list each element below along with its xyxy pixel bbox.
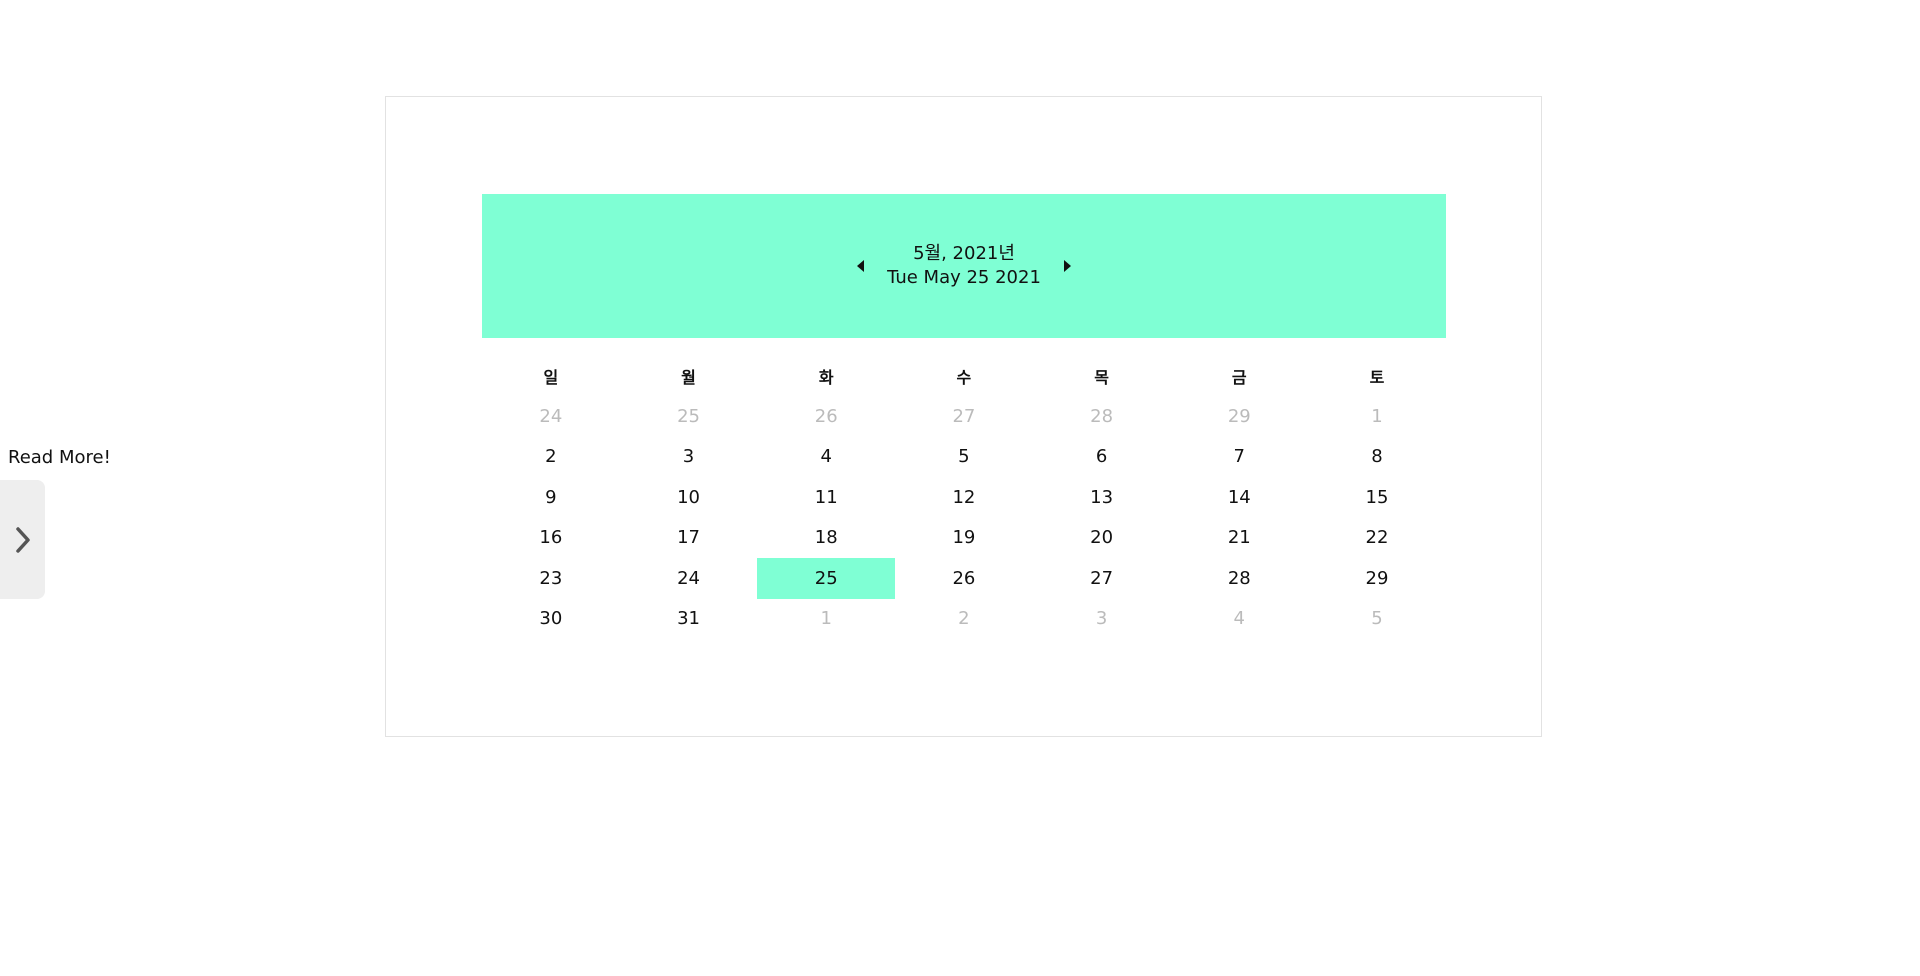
page: Read More! 5월, 2021년 Tue May 25 2021 일 월…	[0, 0, 1920, 976]
weekday-tue: 화	[818, 368, 834, 387]
calendar-day[interactable]: 7	[1170, 437, 1308, 478]
calendar-day-outside-month[interactable]: 5	[1308, 599, 1446, 640]
weekday-sat: 토	[1369, 368, 1385, 387]
calendar-day[interactable]: 26	[895, 558, 1033, 599]
calendar-day-outside-month[interactable]: 26	[757, 396, 895, 437]
calendar-week-row: 30 31 1 2 3 4 5	[482, 599, 1446, 640]
calendar-day[interactable]: 2	[482, 437, 620, 478]
calendar-day[interactable]: 17	[620, 518, 758, 559]
calendar-day[interactable]: 21	[1170, 518, 1308, 559]
calendar-weeks: 24 25 26 27 28 29 1 2 3 4 5 6 7 8 9 10 11 12 13 14 15 16 17 18 1…	[482, 396, 1446, 639]
calendar-title: 5월, 2021년 Tue May 25 2021	[887, 242, 1041, 290]
calendar-day[interactable]: 23	[482, 558, 620, 599]
calendar-grid: 일 월 화 수 목 금 토 24 25 26 27 28 29 1 2 3 4 5 6 7 8 9 10 11 1…	[482, 356, 1446, 639]
calendar-day-selected[interactable]: 25	[757, 558, 896, 599]
calendar-day[interactable]: 18	[757, 518, 895, 559]
weekday-row: 일 월 화 수 목 금 토	[482, 356, 1446, 396]
calendar-day-outside-month[interactable]: 1	[757, 599, 895, 640]
calendar-day[interactable]: 20	[1033, 518, 1171, 559]
calendar-day-outside-month[interactable]: 25	[620, 396, 758, 437]
calendar-week-row: 24 25 26 27 28 29 1	[482, 396, 1446, 437]
calendar-day[interactable]: 29	[1308, 558, 1446, 599]
calendar-day[interactable]: 22	[1308, 518, 1446, 559]
calendar-day[interactable]: 10	[620, 477, 758, 518]
calendar-week-row: 16 17 18 19 20 21 22	[482, 518, 1446, 559]
calendar-day[interactable]: 27	[1033, 558, 1171, 599]
calendar-day[interactable]: 4	[757, 437, 895, 478]
calendar-day[interactable]: 12	[895, 477, 1033, 518]
calendar-day[interactable]: 11	[757, 477, 895, 518]
calendar-week-row: 2345678	[482, 437, 1446, 478]
calendar-day-outside-month[interactable]: 4	[1170, 599, 1308, 640]
calendar-header: 5월, 2021년 Tue May 25 2021	[482, 194, 1446, 338]
calendar-day[interactable]: 16	[482, 518, 620, 559]
calendar-week-row: 9 10 11 12 13 14 15	[482, 477, 1446, 518]
weekday-mon: 월	[681, 368, 696, 387]
calendar-day[interactable]: 6	[1033, 437, 1171, 478]
calendar-day[interactable]: 8	[1308, 437, 1446, 478]
calendar-day[interactable]: 31	[620, 599, 758, 640]
calendar-day[interactable]: 30	[482, 599, 620, 640]
chevron-right-icon	[14, 526, 32, 554]
calendar-day[interactable]: 9	[482, 477, 620, 518]
prev-month-button[interactable]	[847, 252, 875, 280]
read-more-label[interactable]: Read More!	[8, 447, 111, 468]
selected-date-label: Tue May 25 2021	[887, 267, 1041, 288]
month-navigation: 5월, 2021년 Tue May 25 2021	[482, 242, 1446, 290]
next-month-button[interactable]	[1053, 252, 1081, 280]
calendar-day-outside-month[interactable]: 1	[1308, 396, 1446, 437]
calendar-week-row: 23 24 25 26 27 28 29	[482, 558, 1446, 599]
calendar-day[interactable]: 24	[620, 558, 758, 599]
calendar-day-outside-month[interactable]: 28	[1033, 396, 1171, 437]
calendar-day-outside-month[interactable]: 24	[482, 396, 620, 437]
side-panel-toggle-button[interactable]	[0, 480, 45, 599]
calendar-day[interactable]: 5	[895, 437, 1033, 478]
calendar-day[interactable]: 13	[1033, 477, 1171, 518]
calendar-day[interactable]: 14	[1170, 477, 1308, 518]
weekday-sun: 일	[543, 368, 559, 387]
calendar-day-outside-month[interactable]: 2	[895, 599, 1033, 640]
calendar-day-outside-month[interactable]: 27	[895, 396, 1033, 437]
weekday-wed: 수	[956, 368, 972, 387]
calendar-day[interactable]: 19	[895, 518, 1033, 559]
weekday-thu: 목	[1094, 368, 1109, 387]
caret-left-icon	[857, 257, 865, 276]
calendar-day-outside-month[interactable]: 3	[1033, 599, 1171, 640]
month-year-label: 5월, 2021년	[913, 243, 1015, 264]
calendar-day[interactable]: 15	[1308, 477, 1446, 518]
calendar-day[interactable]: 3	[620, 437, 758, 478]
calendar-day-outside-month[interactable]: 29	[1170, 396, 1308, 437]
calendar-day[interactable]: 28	[1170, 558, 1308, 599]
weekday-fri: 금	[1231, 368, 1247, 387]
calendar-card: 5월, 2021년 Tue May 25 2021 일 월 화 수 목 금 토	[385, 96, 1542, 737]
caret-right-icon	[1063, 257, 1071, 276]
